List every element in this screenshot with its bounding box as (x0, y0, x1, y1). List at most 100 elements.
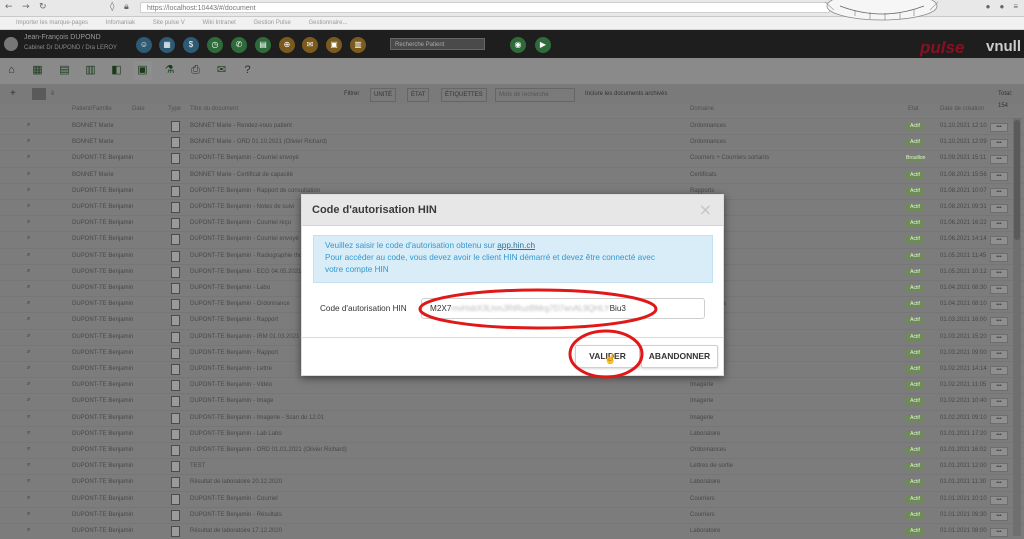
table-row[interactable]: ⌕ DUPONT-TE Benjamin Résultat de laboratoi… (0, 523, 1024, 539)
preview-icon[interactable]: ⌕ (27, 235, 30, 242)
preview-icon[interactable]: ⌕ (27, 414, 30, 421)
table-row[interactable]: ⌕ DUPONT-TE Benjamin DUPONT-TE Benjamin - … (0, 377, 1024, 393)
clock-icon[interactable]: ◷ (207, 37, 223, 53)
table-row[interactable]: ⌕ BONNET Marie BONNET Marie - Certificat d… (0, 166, 1024, 183)
preview-icon[interactable]: ⌕ (27, 187, 30, 194)
inbox-icon[interactable]: ▣ (326, 37, 342, 53)
row-actions-button[interactable]: ••• (990, 139, 1008, 149)
print-icon[interactable]: ⎙ (186, 61, 205, 80)
table-row[interactable]: ⌕ DUPONT-TE Benjamin DUPONT-TE Benjamin - … (0, 393, 1024, 409)
title-cell[interactable]: DUPONT-TE Benjamin - Lab Labo (190, 431, 282, 437)
row-actions-button[interactable]: ••• (990, 366, 1008, 375)
table-row[interactable]: ⌕ DUPONT-TE Benjamin DUPONT-TE Benjamin - … (0, 409, 1024, 426)
lab-icon[interactable]: ⚗ (160, 61, 179, 80)
bookmark-item[interactable]: Importer les marque-pages (16, 20, 88, 26)
bookmark-item[interactable]: Gestion Pulse (253, 20, 290, 26)
row-actions-button[interactable]: ••• (990, 349, 1008, 359)
files-icon[interactable]: ◧ (107, 61, 126, 80)
preview-icon[interactable]: ⌕ (27, 397, 30, 404)
title-cell[interactable]: DUPONT-TE Benjamin - Rapport (190, 350, 278, 356)
authorization-code-input[interactable]: M2X7mvHsbX3LhmJRtRuzBMrg7D7enAL9QHLYBiu3 (421, 298, 705, 319)
title-cell[interactable]: BONNET Marie - Certificat de capacité (190, 172, 293, 178)
title-cell[interactable]: DUPONT-TE Benjamin - Image (190, 398, 273, 404)
preview-icon[interactable]: ⌕ (27, 219, 30, 226)
bookmark-item[interactable]: Gestionnaire... (309, 20, 348, 26)
phone-icon[interactable]: ✆ (231, 37, 247, 53)
preview-icon[interactable]: ⌕ (27, 430, 30, 437)
table-row[interactable]: ⌕ DUPONT-TE Benjamin DUPONT-TE Benjamin - … (0, 442, 1024, 458)
download-icon[interactable]: ⇩ (50, 88, 55, 100)
table-row[interactable]: ⌕ BONNET Marie BONNET Marie - ORD 01.10.20… (0, 134, 1024, 150)
row-actions-button[interactable]: ••• (990, 301, 1008, 311)
preview-icon[interactable]: ⌕ (27, 203, 30, 210)
billing-icon[interactable]: $ (183, 37, 199, 53)
title-cell[interactable]: DUPONT-TE Benjamin - Labo (190, 285, 270, 291)
table-row[interactable]: ⌕ DUPONT-TE Benjamin TEST Lettres de sortie… (0, 458, 1024, 474)
grid-view-icon[interactable] (32, 88, 46, 100)
row-actions-button[interactable]: ••• (990, 187, 1008, 197)
table-row[interactable]: ⌕ DUPONT-TE Benjamin DUPONT-TE Benjamin - … (0, 490, 1024, 507)
title-cell[interactable]: DUPONT-TE Benjamin - Résultats (190, 512, 282, 518)
chat-icon[interactable]: ◉ (510, 37, 526, 53)
table-row[interactable]: ⌕ DUPONT-TE Benjamin Résultat de laboratoi… (0, 474, 1024, 490)
preview-icon[interactable]: ⌕ (27, 316, 30, 323)
scrollbar-thumb[interactable] (1014, 120, 1020, 240)
table-row[interactable]: ⌕ DUPONT-TE Benjamin DUPONT-TE Benjamin - … (0, 150, 1024, 166)
preview-icon[interactable]: ⌕ (27, 349, 30, 356)
calendar-icon[interactable]: ▦ (28, 61, 47, 80)
bookmark-item[interactable]: Site pulse V (153, 20, 185, 26)
envelope-icon[interactable]: ✉ (212, 61, 231, 80)
row-actions-button[interactable]: ••• (990, 236, 1008, 246)
preview-icon[interactable]: ⌕ (27, 511, 30, 518)
include-archived-label[interactable]: Inclure les documents archivés (585, 88, 667, 100)
row-actions-button[interactable]: ••• (990, 414, 1008, 424)
row-actions-button[interactable]: ••• (990, 398, 1008, 408)
cart-icon[interactable]: ⊕ (279, 37, 295, 53)
preview-icon[interactable]: ⌕ (27, 171, 30, 178)
patients-icon[interactable]: ☺ (136, 37, 152, 53)
reload-icon[interactable]: ↻ (39, 2, 47, 12)
row-actions-button[interactable]: ••• (990, 123, 1008, 132)
url-bar[interactable]: https://localhost:10443/#/document (140, 2, 830, 13)
title-cell[interactable]: DUPONT-TE Benjamin - Radiographie thorax (190, 253, 311, 259)
cancel-button[interactable]: ABANDONNER (641, 345, 718, 368)
title-cell[interactable]: DUPONT-TE Benjamin - Courriel envoyé (190, 236, 299, 242)
home-icon[interactable]: ⌂ (2, 61, 21, 80)
preview-icon[interactable]: ⌕ (27, 268, 30, 275)
preview-icon[interactable]: ⌕ (27, 462, 30, 469)
title-cell[interactable]: TEST (190, 463, 205, 469)
avatar[interactable] (4, 37, 18, 51)
forward-icon[interactable]: → (22, 2, 30, 12)
title-cell[interactable]: DUPONT-TE Benjamin - Notes de suivi (190, 204, 294, 210)
row-actions-button[interactable]: ••• (990, 171, 1008, 181)
table-row[interactable]: ⌕ DUPONT-TE Benjamin DUPONT-TE Benjamin - … (0, 425, 1024, 442)
title-cell[interactable]: DUPONT-TE Benjamin - Imagerie - Scan du … (190, 415, 324, 421)
title-cell[interactable]: DUPONT-TE Benjamin - Ordonnance (190, 301, 290, 307)
patient-search-input[interactable]: Recherche Patient (390, 38, 485, 50)
title-cell[interactable]: DUPONT-TE Benjamin - Courriel reçu (190, 220, 291, 226)
close-icon[interactable]: × (699, 200, 712, 219)
row-actions-button[interactable]: ••• (990, 382, 1008, 392)
documents-icon[interactable]: ▣ (133, 61, 152, 80)
row-actions-button[interactable]: ••• (990, 333, 1008, 343)
title-cell[interactable]: Résultat de laboratoire 20.12.2020 (190, 479, 282, 485)
extension-icon[interactable]: ● (986, 2, 991, 11)
bookmark-item[interactable]: Wiki Intranet (202, 20, 235, 26)
title-cell[interactable]: DUPONT-TE Benjamin - ECG 04.05.2021 (190, 269, 301, 275)
row-actions-button[interactable]: ••• (990, 317, 1008, 327)
preview-icon[interactable]: ⌕ (27, 138, 30, 145)
preview-icon[interactable]: ⌕ (27, 365, 30, 372)
agenda-icon[interactable]: ▦ (159, 37, 175, 53)
clipboard-icon[interactable]: ▤ (55, 61, 74, 80)
title-cell[interactable]: DUPONT-TE Benjamin - Vidéo (190, 382, 272, 388)
row-actions-button[interactable]: ••• (990, 252, 1008, 262)
menu-icon[interactable]: ≡ (1013, 2, 1018, 11)
title-cell[interactable]: Résultat de laboratoire 17.12.2020 (190, 528, 282, 534)
row-actions-button[interactable]: ••• (990, 204, 1008, 213)
back-icon[interactable]: ← (5, 2, 13, 12)
row-actions-button[interactable]: ••• (990, 220, 1008, 230)
mail-icon[interactable]: ✉ (302, 37, 318, 53)
preview-icon[interactable]: ⌕ (27, 527, 30, 534)
preview-icon[interactable]: ⌕ (27, 333, 30, 340)
row-actions-button[interactable]: ••• (990, 495, 1008, 505)
